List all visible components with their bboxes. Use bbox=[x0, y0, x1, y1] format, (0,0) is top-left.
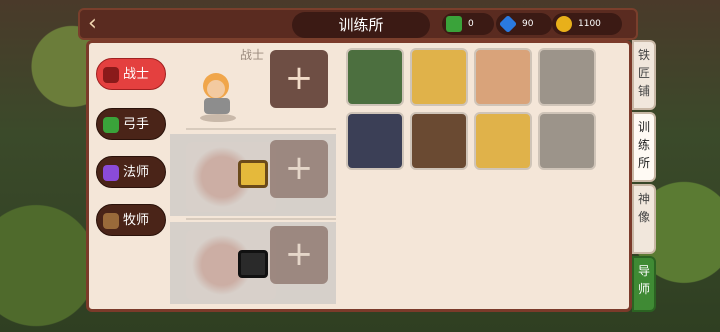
archer-icon bbox=[103, 117, 119, 133]
class-tab-archer[interactable]: 弓手 bbox=[96, 108, 166, 140]
class-tab-mage[interactable]: 法师 bbox=[96, 156, 166, 188]
portrait-dark-hair-warrior[interactable] bbox=[346, 112, 404, 170]
resource-books: 0 bbox=[442, 13, 494, 35]
add-slot-button-1[interactable]: + bbox=[270, 50, 328, 108]
tab-mentor[interactable]: 导师 bbox=[632, 256, 656, 312]
tab-training[interactable]: 训练所 bbox=[632, 112, 656, 182]
page-title: 训练所 bbox=[292, 12, 430, 38]
warrior-character bbox=[190, 64, 250, 124]
resource-gold: 1100 bbox=[552, 13, 622, 35]
divider bbox=[186, 128, 336, 130]
class-list: 战士 弓手 法师 牧师 bbox=[92, 50, 172, 300]
book-icon bbox=[446, 16, 462, 32]
resource-diamonds: 90 bbox=[496, 13, 552, 35]
portrait-bearded-man[interactable] bbox=[410, 112, 468, 170]
class-tab-warrior[interactable]: 战士 bbox=[96, 58, 166, 90]
warrior-icon bbox=[103, 67, 119, 83]
portrait-bald-monk[interactable] bbox=[474, 48, 532, 106]
portrait-green-hair-woman[interactable] bbox=[346, 48, 404, 106]
priest-icon bbox=[103, 213, 119, 229]
portrait-grey-hair-elder[interactable] bbox=[538, 48, 596, 106]
portrait-grey-hair-elder-2[interactable] bbox=[538, 112, 596, 170]
tab-blacksmith[interactable]: 铁匠铺 bbox=[632, 40, 656, 110]
gold-coin-icon bbox=[556, 16, 572, 32]
portrait-blonde-girl-2[interactable] bbox=[474, 112, 532, 170]
portrait-blonde-girl[interactable] bbox=[410, 48, 468, 106]
black-lock-icon bbox=[238, 250, 268, 278]
diamond-icon bbox=[498, 14, 518, 34]
gold-lock-icon bbox=[238, 160, 268, 188]
back-arrow-icon[interactable]: ‹ bbox=[88, 12, 112, 36]
add-slot-button-2[interactable]: + bbox=[270, 140, 328, 198]
tab-statue[interactable]: 神像 bbox=[632, 184, 656, 254]
mage-icon bbox=[103, 165, 119, 181]
add-slot-button-3[interactable]: + bbox=[270, 226, 328, 284]
class-tab-priest[interactable]: 牧师 bbox=[96, 204, 166, 236]
divider bbox=[186, 218, 336, 220]
slot-label: 战士 bbox=[240, 48, 265, 62]
